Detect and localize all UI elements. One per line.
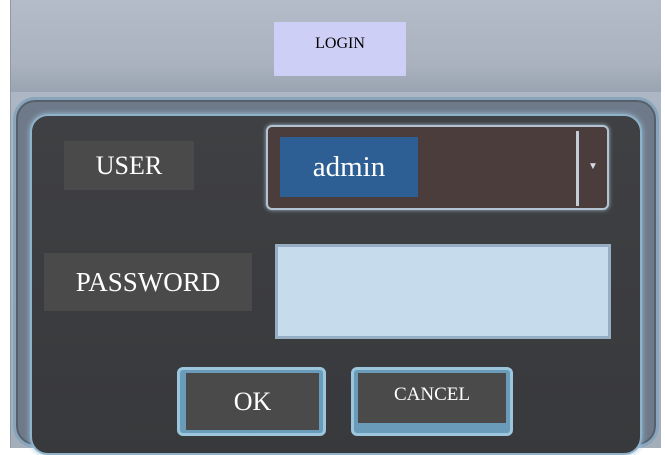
cancel-button-label: CANCEL [358,373,506,423]
password-field[interactable] [275,244,611,339]
dropdown-separator [576,131,579,206]
user-label: USER [64,141,194,190]
user-dropdown-value[interactable]: admin [280,137,418,197]
password-label: PASSWORD [44,253,252,311]
dialog-title: LOGIN [274,22,406,76]
login-window: LOGIN [10,0,661,455]
ok-button-label: OK [186,373,319,430]
user-dropdown[interactable]: admin ▼ [266,125,609,210]
cancel-button[interactable]: CANCEL [351,367,513,436]
ok-button[interactable]: OK [177,367,326,436]
chevron-down-icon[interactable]: ▼ [585,151,601,181]
